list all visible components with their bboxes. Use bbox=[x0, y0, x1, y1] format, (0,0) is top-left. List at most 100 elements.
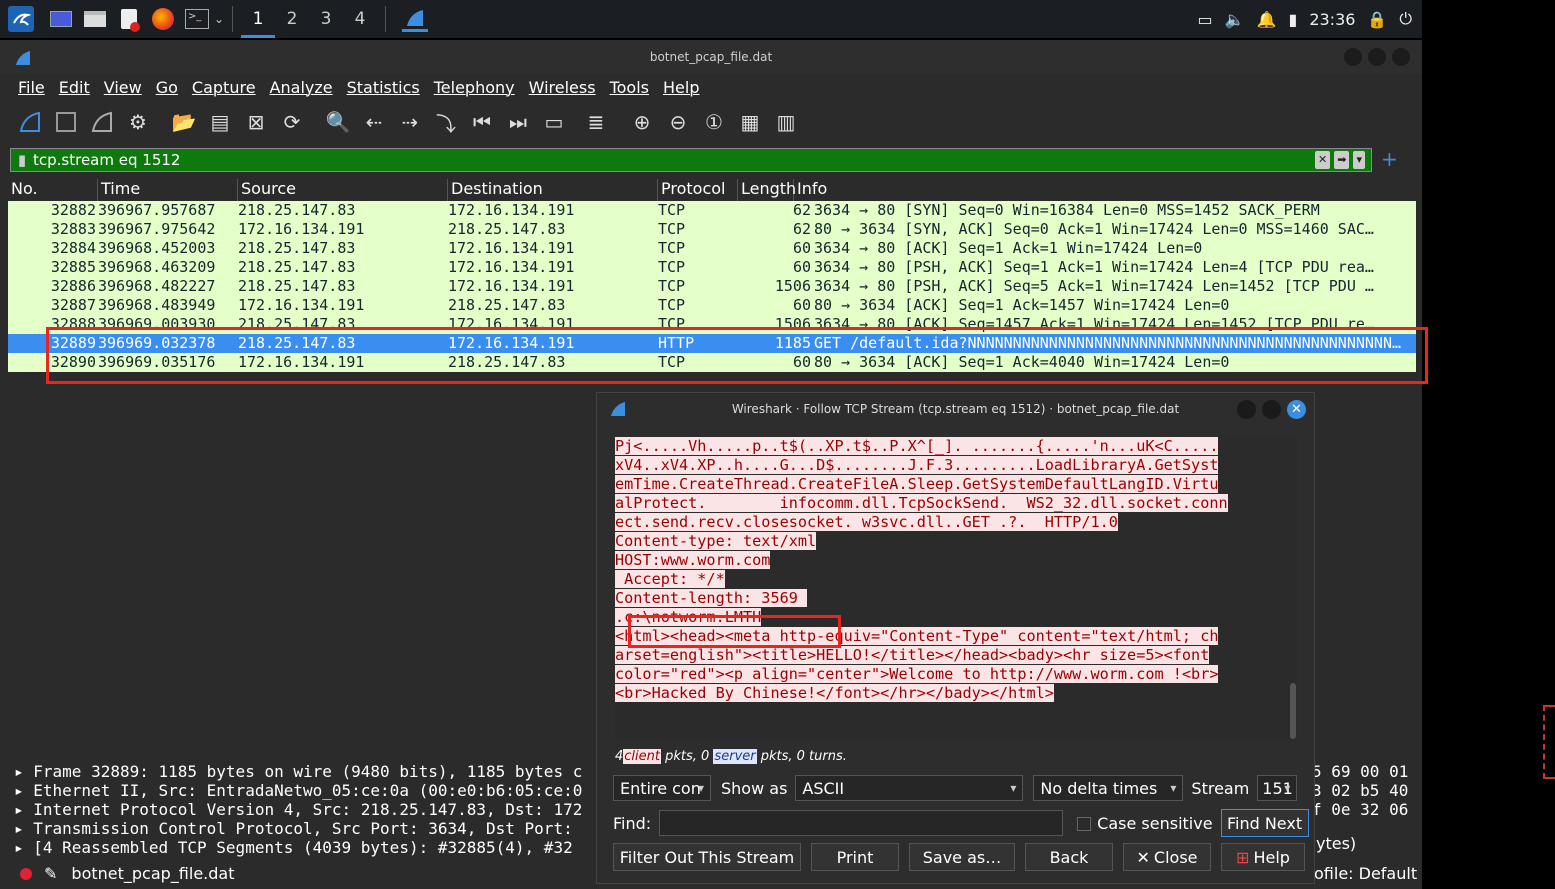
maximize-button[interactable] bbox=[1368, 48, 1386, 66]
last-packet-icon[interactable]: ⏭ bbox=[504, 108, 532, 136]
menu-view[interactable]: View bbox=[104, 78, 142, 97]
battery-icon[interactable]: ▮ bbox=[1289, 10, 1298, 29]
table-row[interactable]: 32884 396968.452003 218.25.147.83 172.16.13… bbox=[8, 239, 1416, 258]
workspace-4[interactable]: 4 bbox=[343, 0, 377, 38]
clear-filter-icon[interactable]: ✕ bbox=[1315, 151, 1331, 169]
detail-frame[interactable]: ▸ Frame 32889: 1185 bytes on wire (9480 … bbox=[8, 762, 608, 781]
show-as-select[interactable]: ASCII bbox=[795, 775, 1024, 801]
zoom-out-icon[interactable]: ⊖ bbox=[664, 108, 692, 136]
menu-file[interactable]: File bbox=[18, 78, 45, 97]
edit-comment-icon[interactable]: ✎ bbox=[44, 864, 57, 883]
first-packet-icon[interactable]: ⏮ bbox=[468, 108, 496, 136]
save-file-icon[interactable]: ▤ bbox=[206, 108, 234, 136]
stream-scrollbar[interactable] bbox=[1290, 683, 1296, 739]
help-button[interactable]: ⊞ Help bbox=[1221, 843, 1305, 871]
detail-ethernet[interactable]: ▸ Ethernet II, Src: EntradaNetwo_05:ce:0… bbox=[8, 781, 608, 800]
dialog-minimize-button[interactable] bbox=[1237, 400, 1256, 419]
chevron-down-icon[interactable]: ⌄ bbox=[214, 12, 224, 26]
column-layout-icon[interactable]: ▥ bbox=[772, 108, 800, 136]
wireshark-task-icon[interactable] bbox=[402, 6, 429, 32]
kali-menu-icon[interactable] bbox=[8, 6, 34, 32]
go-forward-icon[interactable]: ⇢ bbox=[396, 108, 424, 136]
conversation-select[interactable]: Entire con bbox=[613, 775, 711, 801]
stop-capture-icon[interactable] bbox=[52, 108, 80, 136]
menu-wireless[interactable]: Wireless bbox=[529, 78, 596, 97]
print-button[interactable]: Print bbox=[811, 843, 899, 871]
display-filter-input[interactable]: tcp.stream eq 1512 bbox=[33, 151, 180, 169]
desktop-icon[interactable] bbox=[48, 6, 74, 32]
status-indicator-icon[interactable] bbox=[20, 867, 32, 880]
autoscroll-icon[interactable]: ▭ bbox=[540, 108, 568, 136]
detail-tcp[interactable]: ▸ Transmission Control Protocol, Src Por… bbox=[8, 819, 608, 838]
close-button[interactable]: ✕ Close bbox=[1123, 843, 1211, 871]
go-to-packet-icon[interactable]: ⤵ bbox=[432, 108, 460, 136]
workspace-2[interactable]: 2 bbox=[275, 0, 309, 38]
table-row[interactable]: 32883 396967.975642 172.16.134.191 218.25.1… bbox=[8, 220, 1416, 239]
add-filter-button-icon[interactable]: + bbox=[1381, 147, 1398, 171]
capture-options-icon[interactable]: ⚙ bbox=[124, 108, 152, 136]
power-icon[interactable]: ⏻ bbox=[1399, 9, 1412, 29]
dialog-close-icon[interactable]: ✕ bbox=[1287, 400, 1306, 419]
menu-capture[interactable]: Capture bbox=[192, 78, 256, 97]
col-length[interactable]: Length bbox=[738, 179, 796, 201]
firefox-icon[interactable] bbox=[150, 6, 176, 32]
delta-times-select[interactable]: No delta times bbox=[1033, 775, 1184, 801]
case-sensitive-checkbox[interactable]: Case sensitive bbox=[1077, 814, 1213, 833]
detail-reassembled[interactable]: ▸ [4 Reassembled TCP Segments (4039 byte… bbox=[8, 838, 608, 857]
display-icon[interactable]: ▭ bbox=[1198, 10, 1213, 29]
restart-capture-icon[interactable] bbox=[88, 108, 116, 136]
resize-columns-icon[interactable]: ▦ bbox=[736, 108, 764, 136]
workspace-1[interactable]: 1 bbox=[241, 0, 276, 38]
find-input[interactable] bbox=[659, 810, 1064, 836]
table-row[interactable]: 32882 396967.957687 218.25.147.83 172.16.13… bbox=[8, 201, 1416, 220]
open-file-icon[interactable]: 📂 bbox=[170, 108, 198, 136]
menu-help[interactable]: Help bbox=[663, 78, 699, 97]
col-source[interactable]: Source bbox=[238, 179, 448, 201]
zoom-in-icon[interactable]: ⊕ bbox=[628, 108, 656, 136]
volume-icon[interactable]: 🔈 bbox=[1225, 10, 1245, 29]
workspace-3[interactable]: 3 bbox=[309, 0, 343, 38]
table-row[interactable]: 32886 396968.482227 218.25.147.83 172.16.13… bbox=[8, 277, 1416, 296]
menu-go[interactable]: Go bbox=[156, 78, 178, 97]
bell-icon[interactable]: 🔔 bbox=[1257, 10, 1277, 29]
start-capture-icon[interactable] bbox=[16, 108, 44, 136]
display-filter-bar[interactable]: ▮ tcp.stream eq 1512 ✕ ➡ ▾ bbox=[10, 148, 1372, 172]
menu-edit[interactable]: Edit bbox=[59, 78, 90, 97]
detail-ip[interactable]: ▸ Internet Protocol Version 4, Src: 218.… bbox=[8, 800, 608, 819]
menu-tools[interactable]: Tools bbox=[610, 78, 649, 97]
file-manager-icon[interactable] bbox=[82, 6, 108, 32]
reload-file-icon[interactable]: ⟳ bbox=[278, 108, 306, 136]
col-protocol[interactable]: Protocol bbox=[658, 179, 738, 201]
table-row[interactable]: 32887 396968.483949 172.16.134.191 218.25.1… bbox=[8, 296, 1416, 315]
col-time[interactable]: Time bbox=[98, 179, 238, 201]
filter-history-icon[interactable]: ▾ bbox=[1353, 151, 1365, 169]
lock-icon[interactable]: 🔒 bbox=[1367, 10, 1387, 29]
back-button[interactable]: Back bbox=[1025, 843, 1113, 871]
clock[interactable]: 23:36 bbox=[1309, 10, 1355, 29]
terminal-icon[interactable]: >_ bbox=[184, 6, 210, 32]
col-info[interactable]: Info bbox=[794, 179, 1416, 201]
stream-content[interactable]: Pj<.....Vh.....p..t$(..XP.t$..P.X^[_]. .… bbox=[615, 437, 1297, 741]
close-file-icon[interactable]: ⊠ bbox=[242, 108, 270, 136]
table-row[interactable]: 32885 396968.463209 218.25.147.83 172.16.13… bbox=[8, 258, 1416, 277]
colorize-icon[interactable]: ≣ bbox=[582, 108, 610, 136]
dialog-maximize-button[interactable] bbox=[1262, 400, 1281, 419]
document-icon[interactable] bbox=[116, 6, 142, 32]
find-packet-icon[interactable]: 🔍 bbox=[324, 108, 352, 136]
col-no[interactable]: No. bbox=[8, 179, 98, 201]
minimize-button[interactable] bbox=[1344, 48, 1362, 66]
go-back-icon[interactable]: ⇠ bbox=[360, 108, 388, 136]
find-next-button[interactable]: Find Next bbox=[1220, 809, 1309, 837]
menu-telephony[interactable]: Telephony bbox=[434, 78, 515, 97]
menu-statistics[interactable]: Statistics bbox=[347, 78, 420, 97]
status-profile[interactable]: ofile: Default bbox=[1314, 864, 1417, 883]
apply-filter-icon[interactable]: ➡ bbox=[1334, 151, 1350, 169]
normal-size-icon[interactable]: ① bbox=[700, 108, 728, 136]
close-window-button[interactable] bbox=[1392, 48, 1410, 66]
filter-out-stream-button[interactable]: Filter Out This Stream bbox=[613, 843, 801, 871]
stream-number-spinner[interactable]: 151 bbox=[1257, 775, 1298, 801]
col-destination[interactable]: Destination bbox=[448, 179, 658, 201]
bookmark-icon[interactable]: ▮ bbox=[11, 149, 33, 171]
menu-analyze[interactable]: Analyze bbox=[270, 78, 333, 97]
save-as-button[interactable]: Save as… bbox=[909, 843, 1015, 871]
